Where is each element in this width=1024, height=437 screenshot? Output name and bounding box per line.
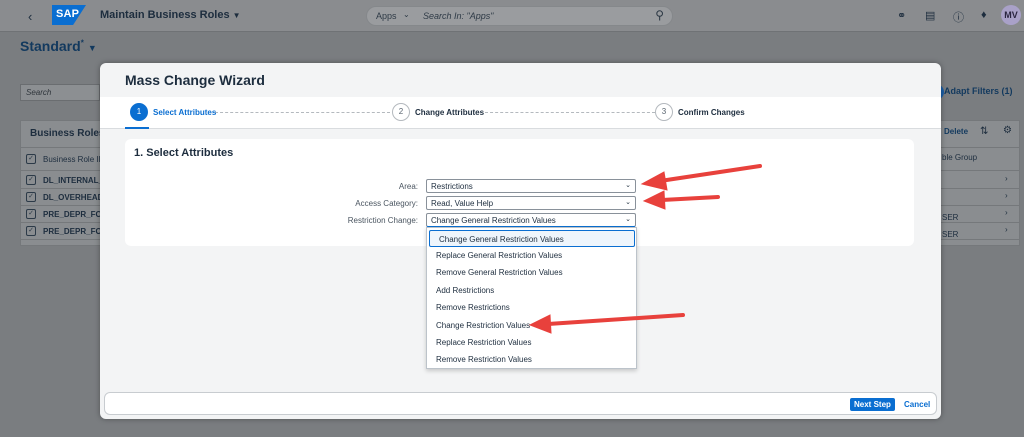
app-title: Maintain Business Roles — [100, 9, 230, 21]
sap-logo[interactable]: SAP — [52, 5, 86, 25]
row-group-value: SER — [942, 213, 959, 222]
role-id: DL_INTERNAL_ — [43, 176, 104, 185]
column-header-right: ble Group — [942, 153, 978, 162]
row-checkbox[interactable]: ✓ — [26, 175, 36, 185]
next-step-button[interactable]: Next Step — [850, 398, 895, 411]
app-title-menu[interactable]: Maintain Business Roles ▼ — [100, 9, 241, 21]
area-value: Restrictions — [431, 182, 473, 191]
step-label: Select Attributes — [153, 108, 217, 117]
search-scope[interactable]: Apps — [376, 11, 397, 21]
sort-icon[interactable]: ⇅ — [980, 126, 988, 137]
chevron-down-icon: ⌄ — [625, 199, 631, 206]
restriction-change-label: Restriction Change: — [347, 216, 418, 225]
step-number: 3 — [655, 103, 673, 121]
role-id: PRE_DEPR_FO_ — [43, 210, 107, 219]
bell-icon[interactable]: ♦ — [981, 9, 987, 21]
area-label: Area: — [398, 182, 418, 191]
column-header[interactable]: Business Role ID — [43, 155, 104, 164]
dropdown-option[interactable]: Replace General Restriction Values — [427, 247, 636, 264]
active-step-indicator — [125, 127, 149, 129]
search-placeholder[interactable]: Search In: "Apps" — [423, 11, 493, 21]
chevron-down-icon: ⌄ — [625, 182, 631, 189]
area-select[interactable]: Restrictions ⌄ — [426, 179, 636, 193]
adapt-filters-button[interactable]: Adapt Filters (1) — [944, 86, 1013, 96]
search-icon[interactable]: ⚲ — [655, 8, 664, 22]
restriction-change-dropdown: Change General Restriction Values Replac… — [426, 227, 637, 369]
row-group-value: SER — [942, 230, 959, 239]
dropdown-option[interactable]: Add Restrictions — [427, 282, 636, 299]
role-id: PRE_DEPR_FO2 — [43, 227, 107, 236]
step-connector — [485, 112, 655, 113]
section-title: 1. Select Attributes — [134, 147, 234, 159]
variant-title: Standard — [20, 38, 81, 54]
chevron-down-icon: ⌄ — [625, 216, 631, 223]
step-label: Change Attributes — [415, 108, 485, 117]
role-id: DL_OVERHEAD — [43, 193, 104, 202]
access-category-label: Access Category: — [355, 199, 418, 208]
back-icon[interactable]: ‹ — [28, 9, 32, 24]
delete-button[interactable]: Delete — [944, 127, 968, 136]
gear-icon[interactable]: ⚙ — [1003, 125, 1012, 136]
dropdown-option[interactable]: Remove Restriction Values — [427, 351, 636, 368]
row-checkbox[interactable]: ✓ — [26, 192, 36, 202]
chevron-down-icon: ▼ — [87, 43, 97, 53]
row-chevron-icon[interactable]: › — [1005, 191, 1008, 200]
wizard-progress: 1 Select Attributes 2 Change Attributes … — [100, 97, 941, 129]
shell-bar: ‹ SAP Maintain Business Roles ▼ Apps ⌄ S… — [0, 0, 1024, 32]
cancel-button[interactable]: Cancel — [901, 398, 933, 411]
chat-icon[interactable]: ▤ — [925, 9, 935, 22]
dialog-footer: Next Step Cancel — [104, 392, 937, 415]
row-chevron-icon[interactable]: › — [1005, 225, 1008, 234]
logo-text: SAP — [56, 8, 80, 20]
access-category-value: Read, Value Help — [431, 199, 494, 208]
row-checkbox[interactable]: ✓ — [26, 209, 36, 219]
row-chevron-icon[interactable]: › — [1005, 174, 1008, 183]
row-chevron-icon[interactable]: › — [1005, 208, 1008, 217]
dropdown-option[interactable]: Remove General Restriction Values — [427, 264, 636, 281]
select-all-checkbox[interactable]: ✓ — [26, 154, 36, 164]
step-number: 1 — [130, 103, 148, 121]
dropdown-option[interactable]: Remove Restrictions — [427, 299, 636, 316]
help-icon[interactable]: ⓘ — [953, 9, 964, 25]
headset-icon[interactable]: ⚭ — [897, 9, 906, 22]
step-label: Confirm Changes — [678, 108, 745, 117]
dialog-title: Mass Change Wizard — [125, 72, 265, 88]
access-category-select[interactable]: Read, Value Help ⌄ — [426, 196, 636, 210]
step-connector — [215, 112, 390, 113]
dropdown-option[interactable]: Change Restriction Values — [427, 317, 636, 334]
avatar[interactable]: MV — [1001, 5, 1021, 25]
variant-selector[interactable]: Standard*▼ — [20, 38, 97, 54]
chevron-down-icon: ⌄ — [403, 10, 410, 19]
dropdown-option[interactable]: Change General Restriction Values — [429, 230, 635, 247]
dropdown-option[interactable]: Replace Restriction Values — [427, 334, 636, 351]
restriction-change-select[interactable]: Change General Restriction Values ⌄ — [426, 213, 636, 227]
restriction-change-value: Change General Restriction Values — [431, 216, 556, 225]
step-number: 2 — [392, 103, 410, 121]
filter-search-input[interactable]: Search — [20, 84, 100, 101]
chevron-down-icon: ▼ — [232, 11, 241, 20]
shell-search[interactable]: Apps ⌄ Search In: "Apps" ⚲ — [366, 6, 673, 26]
row-checkbox[interactable]: ✓ — [26, 226, 36, 236]
